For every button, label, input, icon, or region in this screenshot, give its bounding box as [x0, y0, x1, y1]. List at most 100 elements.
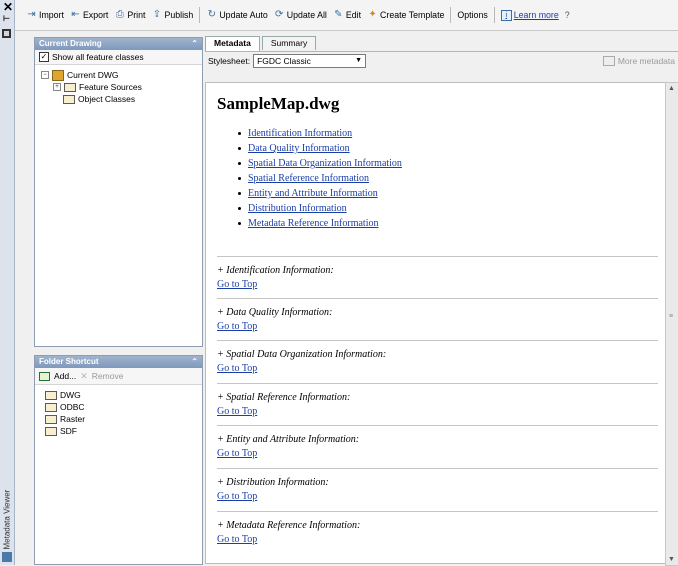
section-toggle[interactable]: + Data Quality Information:	[217, 306, 658, 320]
go-to-top-link[interactable]: Go to Top	[217, 406, 257, 417]
checkbox-checked-icon[interactable]: ✓	[39, 52, 49, 62]
print-button[interactable]: ⎙ Print	[111, 5, 148, 25]
current-drawing-header[interactable]: Current Drawing ⌃	[35, 38, 202, 50]
options-button[interactable]: Options	[454, 5, 490, 25]
go-to-top-link[interactable]: Go to Top	[217, 491, 257, 502]
vertical-scrollbar[interactable]: ▲ ≡ ▼	[665, 82, 678, 566]
collapse-minus-icon[interactable]: −	[41, 71, 49, 79]
collapse-chevron-icon[interactable]: ⌃	[191, 356, 198, 368]
section-toggle[interactable]: + Metadata Reference Information:	[217, 519, 658, 533]
update-all-label: Update All	[286, 10, 327, 20]
scroll-up-arrow-icon[interactable]: ▲	[668, 85, 675, 92]
toc-item: Spatial Data Organization Information	[238, 156, 402, 171]
palette-title: Metadata Viewer	[2, 489, 12, 550]
toc-link-identification[interactable]: Identification Information	[248, 126, 352, 141]
stylesheet-value: FGDC Classic	[257, 56, 311, 66]
folder-shortcut-toolbar: Add... ✕ Remove	[35, 368, 202, 385]
toc-link-data-quality[interactable]: Data Quality Information	[248, 141, 350, 156]
update-auto-label: Update Auto	[219, 10, 268, 20]
scroll-down-arrow-icon[interactable]: ▼	[668, 556, 675, 563]
scroll-grip-icon[interactable]: ≡	[669, 313, 673, 320]
toc-link-spatial-reference[interactable]: Spatial Reference Information	[248, 171, 369, 186]
show-all-feature-classes-checkbox[interactable]: ✓ Show all feature classes	[35, 50, 202, 65]
toc-link-entity-attribute[interactable]: Entity and Attribute Information	[248, 186, 378, 201]
stylesheet-label: Stylesheet:	[208, 56, 251, 66]
go-to-top-link[interactable]: Go to Top	[217, 321, 257, 332]
folder-shortcut-header[interactable]: Folder Shortcut ⌃	[35, 356, 202, 368]
edit-label: Edit	[345, 10, 362, 20]
go-to-top-link[interactable]: Go to Top	[217, 448, 257, 459]
autohide-icon[interactable]: ⊢	[3, 14, 10, 23]
bullet-icon	[238, 222, 241, 225]
metadata-document: SampleMap.dwg Identification Information…	[205, 82, 666, 564]
toc-item: Distribution Information	[238, 201, 402, 216]
more-metadata-button[interactable]: More metadata	[602, 56, 675, 66]
section-spatial-reference: + Spatial Reference Information: Go to T…	[217, 383, 658, 418]
section-spatial-data-organization: + Spatial Data Organization Information:…	[217, 340, 658, 375]
go-to-top-link[interactable]: Go to Top	[217, 534, 257, 545]
tab-metadata[interactable]: Metadata	[205, 36, 260, 51]
toc-link-metadata-reference[interactable]: Metadata Reference Information	[248, 216, 379, 231]
section-toggle[interactable]: + Identification Information:	[217, 264, 658, 278]
bullet-icon	[238, 207, 241, 210]
add-button[interactable]: Add...	[54, 371, 76, 381]
toolbar-separator	[450, 7, 452, 23]
toc-item: Spatial Reference Information	[238, 171, 402, 186]
folder-item-sdf[interactable]: SDF	[45, 425, 202, 437]
import-button[interactable]: ⇥ Import	[23, 5, 67, 25]
folder-icon	[63, 94, 75, 104]
toc-link-distribution[interactable]: Distribution Information	[248, 201, 347, 216]
current-drawing-panel: Current Drawing ⌃ ✓ Show all feature cla…	[34, 37, 203, 347]
tree-node-label: Current DWG	[67, 70, 119, 80]
document-title: SampleMap.dwg	[217, 94, 340, 113]
publish-button[interactable]: ⇪ Publish	[148, 5, 196, 25]
tree-node-current-dwg[interactable]: − Current DWG	[41, 69, 202, 81]
folder-item-label: ODBC	[60, 402, 85, 412]
stylesheet-select[interactable]: FGDC Classic ▼	[253, 54, 367, 68]
side-rail: ✕ ⊢ Metadata Viewer	[0, 0, 15, 565]
help-button[interactable]: ?	[562, 5, 573, 25]
section-toggle[interactable]: + Spatial Data Organization Information:	[217, 348, 658, 362]
section-identification: + Identification Information: Go to Top	[217, 256, 658, 291]
dropdown-arrow-icon: ▼	[355, 57, 363, 64]
drawing-database-icon	[52, 69, 64, 81]
update-all-button[interactable]: ⟳ Update All	[271, 5, 330, 25]
expand-plus-icon[interactable]: +	[53, 83, 61, 91]
close-icon[interactable]: ✕	[3, 0, 13, 14]
create-template-button[interactable]: ✦ Create Template	[364, 5, 447, 25]
edit-button[interactable]: ✎ Edit	[330, 5, 364, 25]
collapse-chevron-icon[interactable]: ⌃	[191, 38, 198, 50]
edit-icon: ✎	[334, 9, 343, 20]
learn-more-link[interactable]: i Learn more	[498, 5, 562, 25]
section-metadata-reference: + Metadata Reference Information: Go to …	[217, 511, 658, 546]
folder-icon	[64, 82, 76, 92]
export-button[interactable]: ⇤ Export	[67, 5, 111, 25]
toolbar: ⇥ Import ⇤ Export ⎙ Print ⇪ Publish ↻ Update …	[15, 0, 678, 31]
remove-button[interactable]: Remove	[92, 371, 124, 381]
go-to-top-link[interactable]: Go to Top	[217, 363, 257, 374]
section-toggle[interactable]: + Entity and Attribute Information:	[217, 433, 658, 447]
folder-item-label: Raster	[60, 414, 86, 424]
tree-node-feature-sources[interactable]: + Feature Sources	[41, 81, 202, 93]
folder-item-odbc[interactable]: ODBC	[45, 401, 202, 413]
help-label: ?	[564, 10, 570, 20]
toc-link-spatial-data-organization[interactable]: Spatial Data Organization Information	[248, 156, 402, 171]
folder-item-raster[interactable]: Raster	[45, 413, 202, 425]
folder-item-dwg[interactable]: DWG	[45, 389, 202, 401]
palette-menu-icon[interactable]	[2, 552, 12, 562]
section-toggle[interactable]: + Spatial Reference Information:	[217, 391, 658, 405]
options-label: Options	[457, 10, 488, 20]
create-template-icon: ✦	[368, 9, 377, 20]
properties-icon[interactable]	[2, 29, 11, 38]
update-all-icon: ⟳	[275, 9, 284, 20]
current-drawing-title: Current Drawing	[39, 39, 102, 48]
print-icon: ⎙	[115, 9, 124, 20]
update-auto-button[interactable]: ↻ Update Auto	[203, 5, 270, 25]
go-to-top-link[interactable]: Go to Top	[217, 279, 257, 290]
tree-node-object-classes[interactable]: Object Classes	[41, 93, 202, 105]
section-toggle[interactable]: + Distribution Information:	[217, 476, 658, 490]
toc-item: Entity and Attribute Information	[238, 186, 402, 201]
section-entity-attribute: + Entity and Attribute Information: Go t…	[217, 425, 658, 460]
tab-summary[interactable]: Summary	[261, 36, 317, 50]
drawing-tree: − Current DWG + Feature Sources Object C…	[35, 65, 202, 105]
